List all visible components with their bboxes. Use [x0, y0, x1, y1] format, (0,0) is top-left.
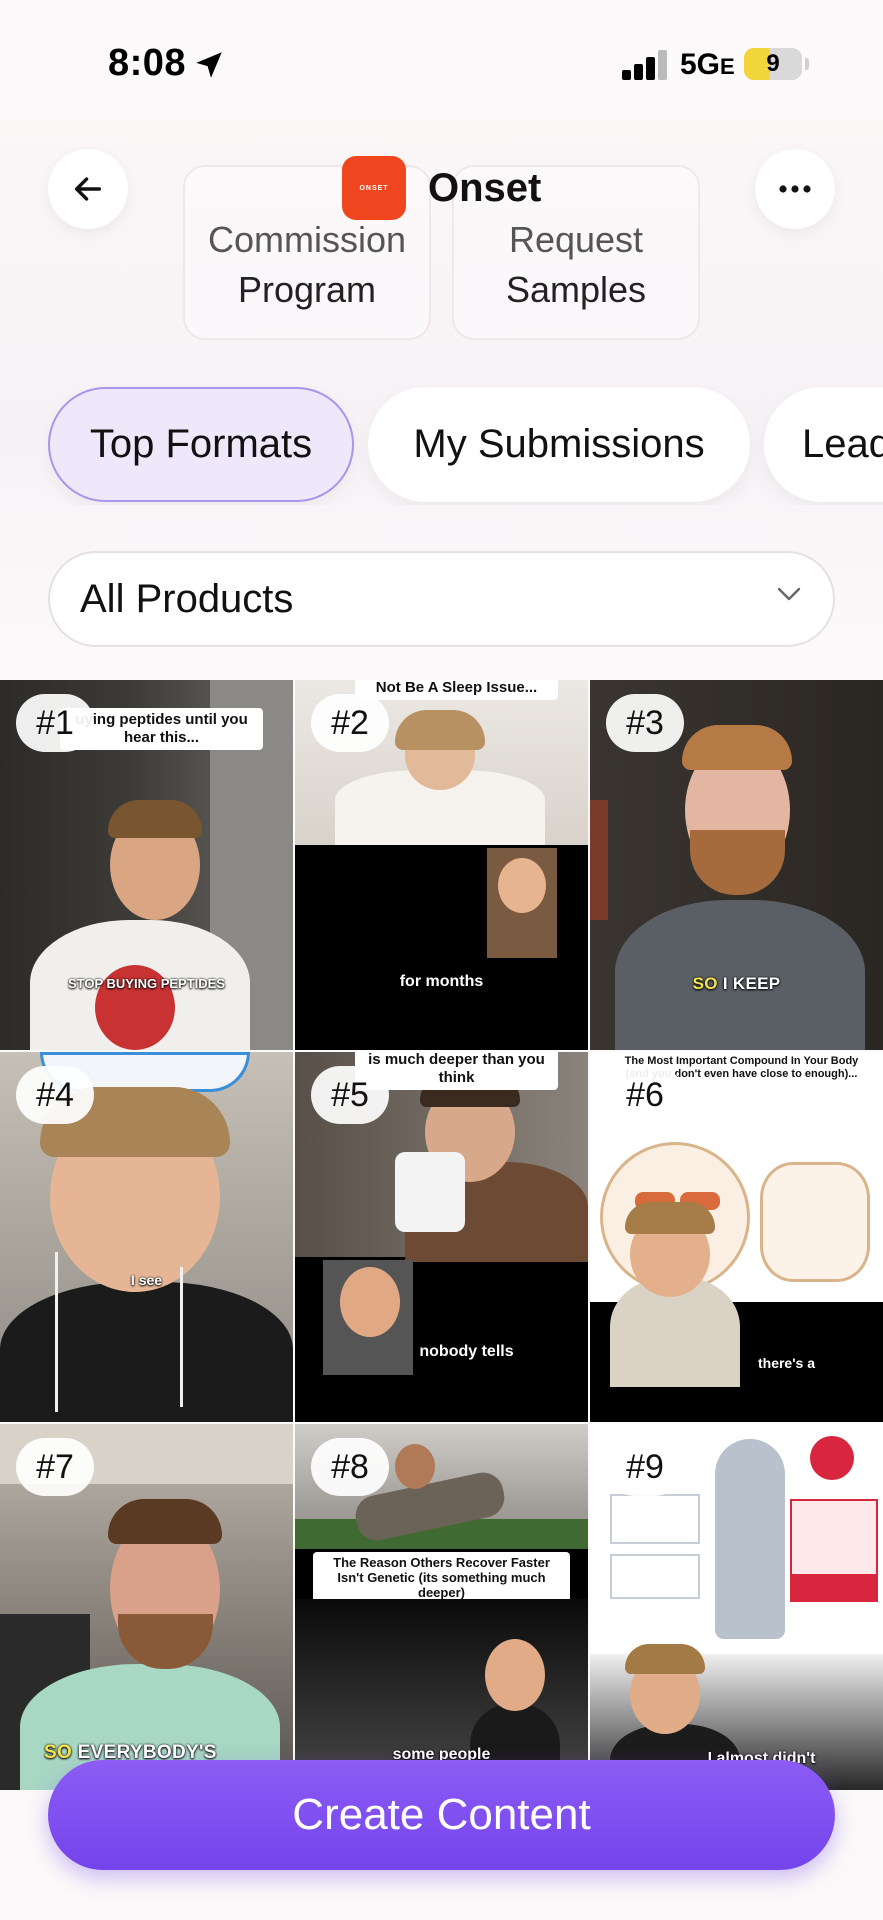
- format-8-top-caption: The Reason Others Recover Faster Isn't G…: [313, 1552, 570, 1603]
- formats-grid: uying peptides until you hear this... #1…: [0, 680, 883, 1794]
- format-card-1[interactable]: uying peptides until you hear this... #1…: [0, 680, 293, 1050]
- format-8-rank: #8: [311, 1438, 389, 1496]
- product-filter-dropdown[interactable]: All Products: [48, 551, 835, 647]
- format-2-caption: for months: [399, 973, 484, 990]
- more-options-button[interactable]: [755, 149, 835, 229]
- format-5-rank: #5: [311, 1066, 389, 1124]
- brand-logo: ONSET: [342, 156, 406, 220]
- more-horizontal-icon: [779, 185, 811, 193]
- format-card-6[interactable]: The Most Important Compound In Your Body…: [590, 1052, 883, 1422]
- format-7-rank: #7: [16, 1438, 94, 1496]
- brand-name: Onset: [428, 165, 542, 210]
- create-content-button[interactable]: Create Content: [48, 1760, 835, 1870]
- format-1-caption: STOP BUYING PEPTIDES: [67, 976, 225, 991]
- commission-label-line2: Program: [237, 269, 377, 310]
- product-filter-value: All Products: [80, 576, 294, 621]
- tab-leaderboard[interactable]: Lead: [764, 387, 883, 502]
- format-2-top-caption: Not Be A Sleep Issue...: [355, 680, 558, 700]
- tab-bar: Top Formats My Submissions Lead: [0, 385, 883, 505]
- format-2-rank: #2: [311, 694, 389, 752]
- location-arrow-icon: [196, 52, 222, 78]
- format-4-rank: #4: [16, 1066, 94, 1124]
- status-time: 8:08: [108, 42, 187, 84]
- format-9-rank: #9: [606, 1438, 684, 1496]
- back-arrow-icon: [74, 177, 102, 201]
- format-card-9[interactable]: #9 I almost didn't: [590, 1424, 883, 1794]
- format-3-caption: SO I KEEP: [692, 974, 781, 993]
- format-card-8[interactable]: The Reason Others Recover Faster Isn't G…: [295, 1424, 588, 1794]
- format-3-rank: #3: [606, 694, 684, 752]
- format-card-4[interactable]: #4 I see: [0, 1052, 293, 1422]
- cellular-signal-icon: [622, 50, 668, 80]
- back-button[interactable]: [48, 149, 128, 229]
- network-type: 5GE: [680, 48, 735, 81]
- status-bar: 8:08 5GE 9: [0, 0, 883, 120]
- samples-label-line1: Request: [508, 219, 644, 260]
- commission-label-line1: Commission: [207, 219, 407, 260]
- format-card-5[interactable]: is much deeper than you think #5 nobody …: [295, 1052, 588, 1422]
- samples-label-line2: Samples: [505, 269, 647, 310]
- format-card-3[interactable]: #3 SO I KEEP: [590, 680, 883, 1050]
- format-card-2[interactable]: Not Be A Sleep Issue... #2 for months: [295, 680, 588, 1050]
- tab-top-formats[interactable]: Top Formats: [48, 387, 354, 502]
- format-4-caption: I see: [130, 1272, 163, 1288]
- format-5-caption: nobody tells: [419, 1343, 514, 1360]
- tab-my-submissions[interactable]: My Submissions: [368, 387, 750, 502]
- battery-icon: 9: [744, 48, 809, 80]
- format-card-7[interactable]: #7 SO EVERYBODY'S: [0, 1424, 293, 1794]
- format-6-caption: there's a: [757, 1355, 816, 1371]
- battery-level: 9: [766, 50, 780, 77]
- brand-header: ONSET Onset: [342, 156, 541, 220]
- chevron-down-icon: [777, 587, 801, 601]
- format-6-rank: #6: [606, 1066, 684, 1124]
- format-1-rank: #1: [16, 694, 94, 752]
